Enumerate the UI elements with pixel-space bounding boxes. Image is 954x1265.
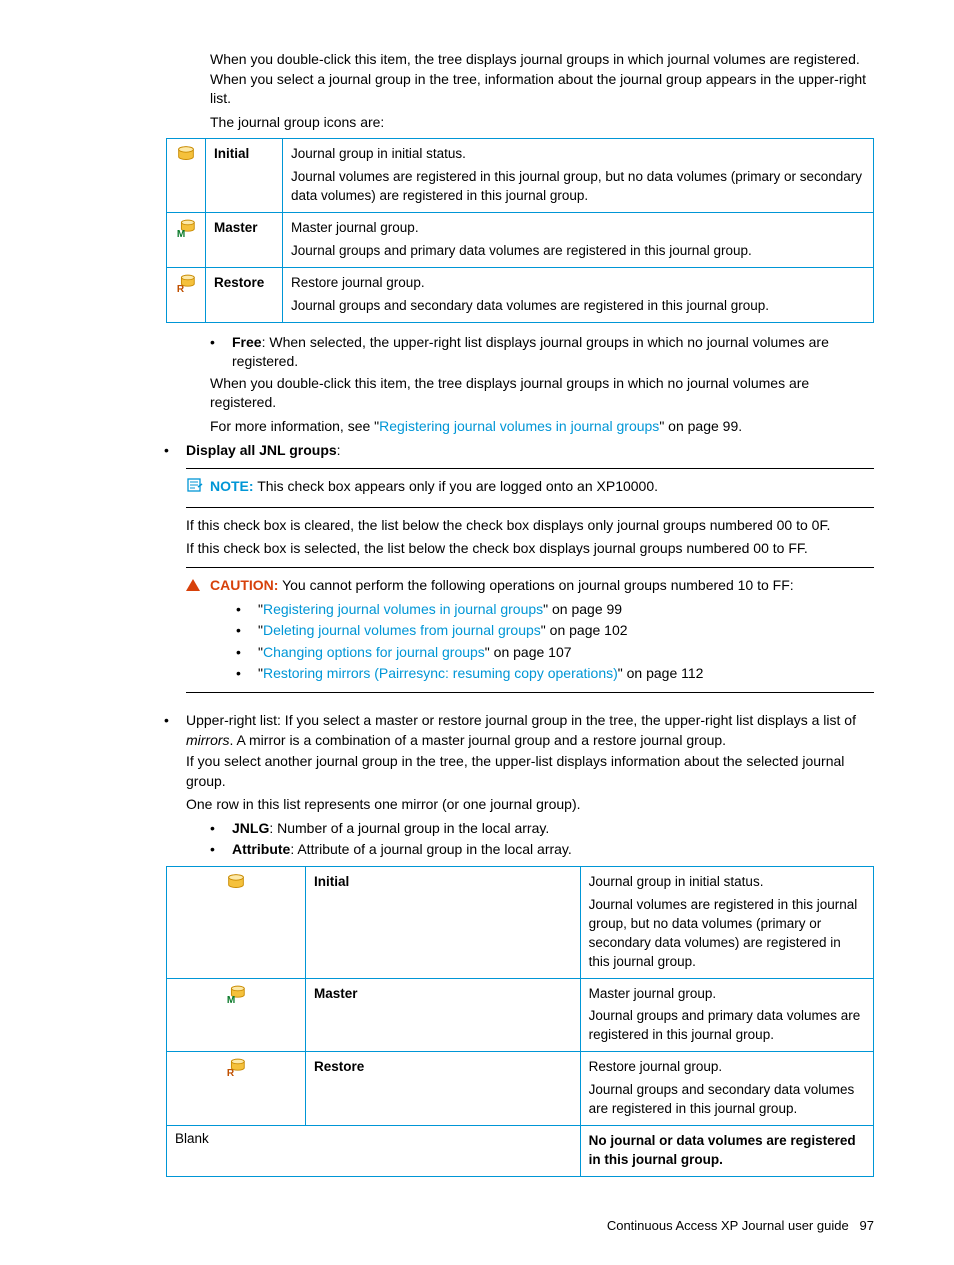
- caution-icon: [186, 576, 210, 596]
- upperright-p3: One row in this list represents one mirr…: [186, 795, 874, 815]
- link-changing[interactable]: Changing options for journal groups: [263, 644, 485, 660]
- row-desc: Journal groups and primary data volumes …: [291, 242, 865, 261]
- caution-item: "Registering journal volumes in journal …: [236, 600, 874, 620]
- free-bullet: Free: When selected, the upper-right lis…: [210, 333, 874, 372]
- table-row: Initial Journal group in initial status.…: [167, 139, 874, 213]
- row-desc: Journal group in initial status.: [291, 145, 865, 164]
- note-text: This check box appears only if you are l…: [254, 478, 658, 494]
- initial-icon: [167, 139, 206, 213]
- caution-item: "Changing options for journal groups" on…: [236, 643, 874, 663]
- page-footer: Continuous Access XP Journal user guide …: [80, 1217, 874, 1235]
- row-desc: Journal group in initial status.: [589, 873, 865, 892]
- row-label: Restore: [206, 267, 283, 322]
- note-block: NOTE: This check box appears only if you…: [186, 477, 874, 499]
- master-icon: M: [167, 213, 206, 268]
- table-row: R Restore Restore journal group. Journal …: [167, 1052, 874, 1126]
- note-icon: [186, 477, 210, 499]
- table-row: Initial Journal group in initial status.…: [167, 867, 874, 978]
- upperright-bullet: Upper-right list: If you select a master…: [164, 711, 874, 750]
- row-desc: Journal volumes are registered in this j…: [291, 168, 865, 206]
- link-restoring[interactable]: Restoring mirrors (Pairresync: resuming …: [263, 665, 618, 681]
- link-registering[interactable]: Registering journal volumes in journal g…: [379, 418, 659, 434]
- table-row: M Master Master journal group. Journal gr…: [167, 978, 874, 1052]
- restore-icon: R: [167, 1052, 306, 1126]
- intro-p1: When you double-click this item, the tre…: [210, 50, 874, 109]
- caution-item: "Deleting journal volumes from journal g…: [236, 621, 874, 641]
- table-row: R Restore Restore journal group. Journal …: [167, 267, 874, 322]
- row-desc: Journal groups and secondary data volume…: [589, 1081, 865, 1119]
- row-label: Initial: [306, 867, 581, 978]
- row-desc: Journal groups and primary data volumes …: [589, 1007, 865, 1045]
- separator: [186, 567, 874, 568]
- icons-table-1: Initial Journal group in initial status.…: [166, 138, 874, 322]
- link-deleting[interactable]: Deleting journal volumes from journal gr…: [263, 622, 541, 638]
- checkbox-p1: If this check box is cleared, the list b…: [186, 516, 874, 536]
- row-desc: Master journal group.: [291, 219, 865, 238]
- attribute-bullet: Attribute: Attribute of a journal group …: [210, 840, 874, 860]
- master-icon: M: [167, 978, 306, 1052]
- link-registering[interactable]: Registering journal volumes in journal g…: [263, 601, 543, 617]
- caution-text: You cannot perform the following operati…: [278, 577, 793, 593]
- row-label: Restore: [306, 1052, 581, 1126]
- separator: [186, 692, 874, 693]
- row-desc: Restore journal group.: [291, 274, 865, 293]
- svg-text:M: M: [227, 995, 235, 1005]
- free-p3: For more information, see "Registering j…: [210, 417, 874, 437]
- caution-block: CAUTION: You cannot perform the followin…: [186, 576, 874, 596]
- intro-p2: The journal group icons are:: [210, 113, 874, 133]
- row-desc: Master journal group.: [589, 985, 865, 1004]
- caution-item: "Restoring mirrors (Pairresync: resuming…: [236, 664, 874, 684]
- page-number: 97: [860, 1218, 874, 1233]
- row-label: Blank: [167, 1125, 581, 1176]
- free-p2: When you double-click this item, the tre…: [210, 374, 874, 413]
- separator: [186, 507, 874, 508]
- jnlg-bullet: JNLG: Number of a journal group in the l…: [210, 819, 874, 839]
- table-row: Blank No journal or data volumes are reg…: [167, 1125, 874, 1176]
- svg-text:R: R: [177, 284, 185, 294]
- caution-label: CAUTION:: [210, 577, 278, 593]
- row-desc: Journal volumes are registered in this j…: [589, 896, 865, 972]
- row-label: Master: [306, 978, 581, 1052]
- table-row: M Master Master journal group. Journal gr…: [167, 213, 874, 268]
- initial-icon: [167, 867, 306, 978]
- restore-icon: R: [167, 267, 206, 322]
- row-label: Master: [206, 213, 283, 268]
- icons-table-2: Initial Journal group in initial status.…: [166, 866, 874, 1177]
- display-bullet: Display all JNL groups:: [164, 441, 874, 461]
- upperright-p2: If you select another journal group in t…: [186, 752, 874, 791]
- checkbox-p2: If this check box is selected, the list …: [186, 539, 874, 559]
- footer-title: Continuous Access XP Journal user guide: [607, 1218, 849, 1233]
- svg-text:R: R: [227, 1068, 235, 1078]
- separator: [186, 468, 874, 469]
- note-label: NOTE:: [210, 478, 254, 494]
- row-desc: Restore journal group.: [589, 1058, 865, 1077]
- row-label: Initial: [206, 139, 283, 213]
- svg-text:M: M: [177, 229, 185, 239]
- row-desc: Journal groups and secondary data volume…: [291, 297, 865, 316]
- row-desc: No journal or data volumes are registere…: [580, 1125, 873, 1176]
